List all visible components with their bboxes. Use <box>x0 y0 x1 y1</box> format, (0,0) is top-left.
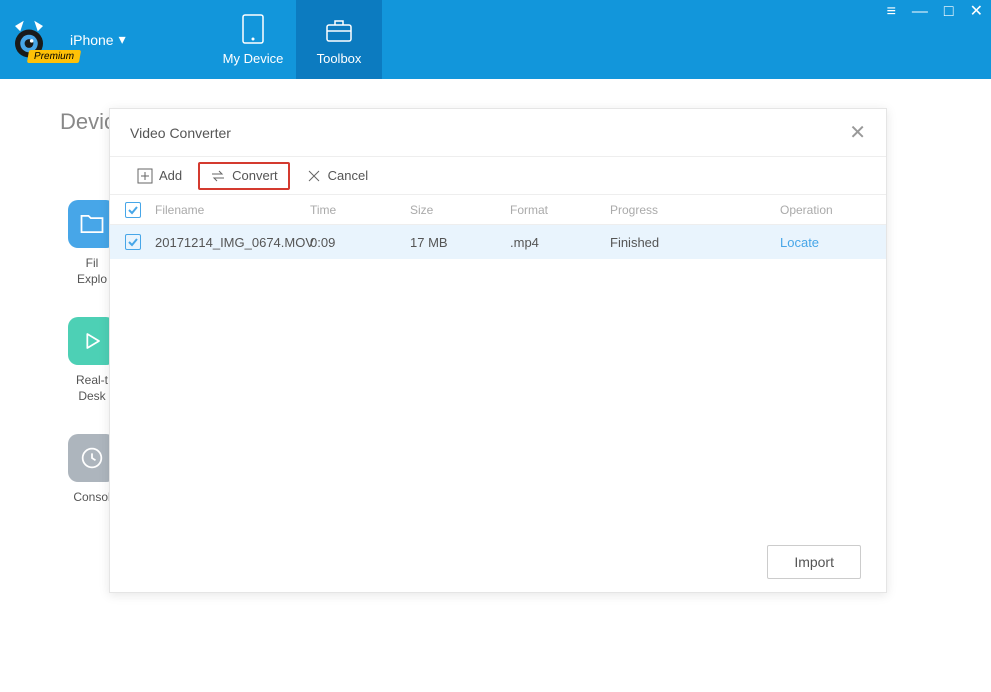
select-all-checkbox[interactable] <box>125 202 141 218</box>
modal-title: Video Converter <box>130 125 231 141</box>
device-selector[interactable]: iPhone ▾ <box>70 31 126 48</box>
add-button[interactable]: Add <box>125 162 194 190</box>
logo-area: Premium iPhone ▾ <box>0 0 210 79</box>
tab-label: Toolbox <box>317 51 362 66</box>
col-size-header[interactable]: Size <box>410 203 510 217</box>
minimize-icon[interactable]: — <box>912 4 928 20</box>
select-all-cell <box>125 202 155 218</box>
col-operation-header: Operation <box>780 203 870 217</box>
modal-header: Video Converter ✕ <box>110 109 886 157</box>
toolbox-icon <box>323 13 355 45</box>
tablet-icon <box>237 13 269 45</box>
check-icon <box>127 236 139 248</box>
table-row[interactable]: 20171214_IMG_0674.MOV 0:09 17 MB .mp4 Fi… <box>110 225 886 259</box>
x-icon <box>306 168 322 184</box>
col-time-header[interactable]: Time <box>310 203 410 217</box>
shortcut-label: Real-t Desk <box>76 373 108 404</box>
shortcut-label: Fil Explo <box>77 256 107 287</box>
col-progress-header[interactable]: Progress <box>610 203 780 217</box>
convert-icon <box>210 168 226 184</box>
app-header: Premium iPhone ▾ My Device Toolbox ≡ — □… <box>0 0 991 79</box>
tab-toolbox[interactable]: Toolbox <box>296 0 382 79</box>
cancel-label: Cancel <box>328 168 368 183</box>
file-table: Filename Time Size Format Progress Opera… <box>110 195 886 532</box>
row-checkbox[interactable] <box>125 234 141 250</box>
modal-footer: Import <box>110 532 886 592</box>
tab-my-device[interactable]: My Device <box>210 0 296 79</box>
modal-toolbar: Add Convert Cancel <box>110 157 886 195</box>
cell-time: 0:09 <box>310 235 410 250</box>
import-button[interactable]: Import <box>767 545 861 579</box>
col-filename-header[interactable]: Filename <box>155 203 310 217</box>
locate-link[interactable]: Locate <box>780 235 819 250</box>
window-controls: ≡ — □ ✕ <box>887 4 983 20</box>
cell-size: 17 MB <box>410 235 510 250</box>
table-header: Filename Time Size Format Progress Opera… <box>110 195 886 225</box>
tab-label: My Device <box>223 51 284 66</box>
cell-format: .mp4 <box>510 235 610 250</box>
dropdown-triangle-icon: ▾ <box>119 31 126 48</box>
convert-button[interactable]: Convert <box>198 162 290 190</box>
check-icon <box>127 204 139 216</box>
modal-close-button[interactable]: ✕ <box>849 120 866 145</box>
menu-icon[interactable]: ≡ <box>887 4 896 20</box>
maximize-icon[interactable]: □ <box>944 4 954 20</box>
cell-progress: Finished <box>610 235 780 250</box>
row-check-cell <box>125 234 155 250</box>
add-label: Add <box>159 168 182 183</box>
device-name-label: iPhone <box>70 32 114 48</box>
plus-icon <box>137 168 153 184</box>
premium-badge: Premium <box>27 50 81 63</box>
col-format-header[interactable]: Format <box>510 203 610 217</box>
video-converter-modal: Video Converter ✕ Add Convert Cancel Fil… <box>109 108 887 593</box>
cancel-button[interactable]: Cancel <box>294 162 380 190</box>
shortcut-label: Consol <box>73 490 110 506</box>
convert-label: Convert <box>232 168 278 183</box>
cell-operation: Locate <box>780 235 870 250</box>
cell-filename: 20171214_IMG_0674.MOV <box>155 235 310 250</box>
close-icon[interactable]: ✕ <box>970 4 983 20</box>
